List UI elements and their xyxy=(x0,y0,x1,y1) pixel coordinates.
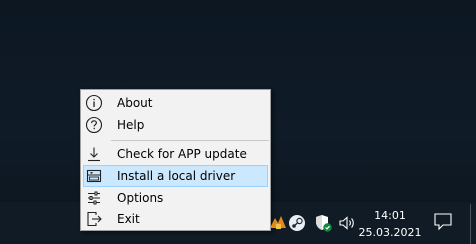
menu-item-label: Help xyxy=(117,118,145,132)
show-desktop-button[interactable] xyxy=(470,204,471,244)
menu-item-options[interactable]: Options xyxy=(83,187,268,209)
help-icon xyxy=(85,116,103,134)
info-icon xyxy=(85,94,103,112)
windows-security-icon[interactable] xyxy=(313,213,333,233)
app-tray-icon[interactable] xyxy=(268,212,288,232)
tray-context-menu: About Help Check for APP update Install … xyxy=(80,89,271,231)
sliders-icon xyxy=(85,189,103,207)
menu-item-about[interactable]: About xyxy=(83,92,268,114)
menu-item-label: About xyxy=(117,96,153,110)
clock-time: 14:01 xyxy=(374,209,406,222)
menu-item-help[interactable]: Help xyxy=(83,114,268,136)
download-icon xyxy=(85,145,103,163)
clock-date: 25.03.2021 xyxy=(358,226,422,239)
menu-item-check-update[interactable]: Check for APP update xyxy=(83,143,268,165)
notifications-button[interactable] xyxy=(432,210,454,232)
drive-icon xyxy=(85,167,103,185)
exit-icon xyxy=(85,210,103,228)
menu-item-label: Check for APP update xyxy=(117,147,247,161)
menu-separator xyxy=(111,140,269,141)
taskbar-clock[interactable]: 14:01 25.03.2021 xyxy=(356,207,424,241)
menu-item-label: Install a local driver xyxy=(117,169,236,183)
menu-item-label: Options xyxy=(117,191,164,205)
menu-item-label: Exit xyxy=(117,212,140,226)
volume-icon[interactable] xyxy=(337,213,357,233)
notification-icon xyxy=(432,213,454,236)
steam-icon[interactable] xyxy=(288,214,308,234)
menu-item-exit[interactable]: Exit xyxy=(83,208,268,230)
menu-item-install-local-driver[interactable]: Install a local driver xyxy=(83,165,268,187)
